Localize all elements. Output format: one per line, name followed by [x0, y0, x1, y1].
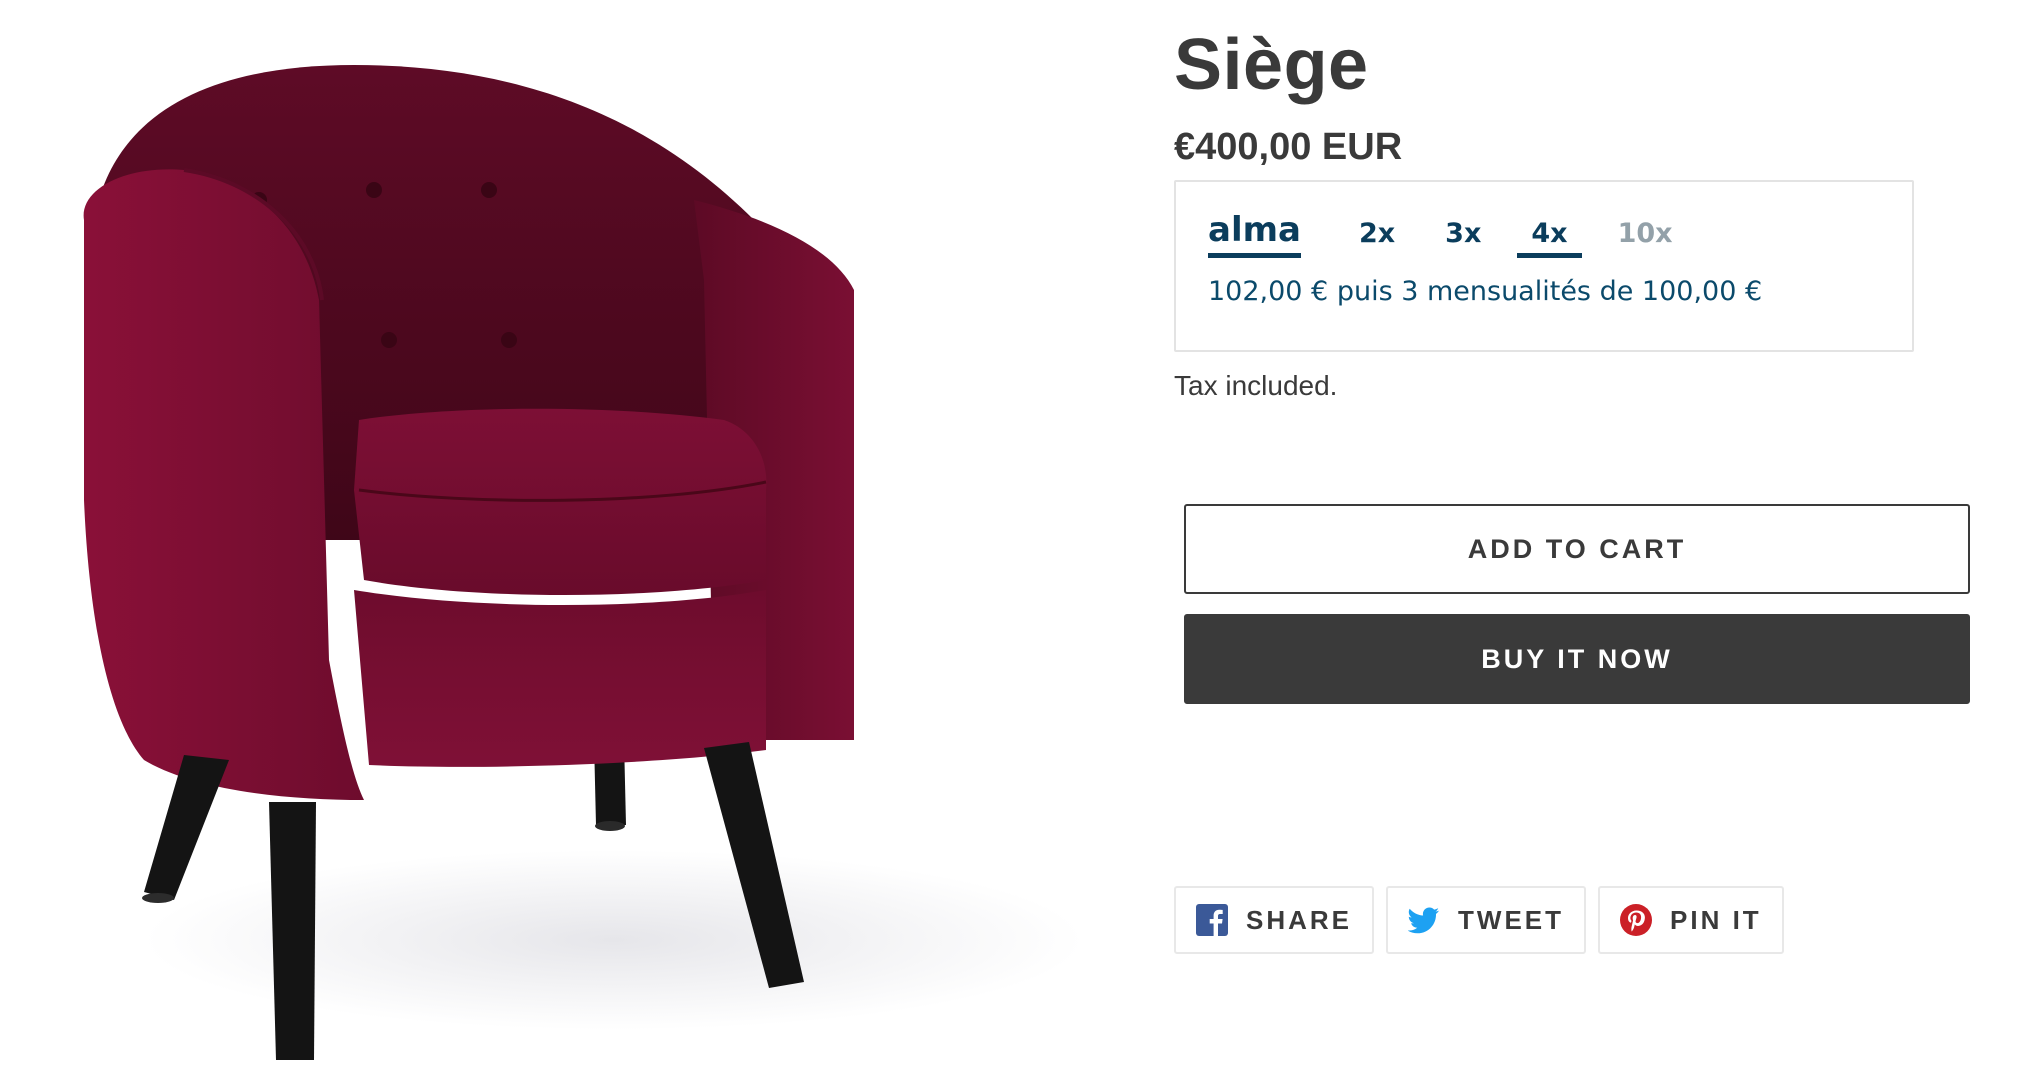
- social-share-row: SHARE TWEET PIN IT: [1174, 886, 1784, 954]
- share-facebook-label: SHARE: [1246, 904, 1353, 935]
- alma-payment-widget: alma 2x 3x 4x 10x 102,00 € puis 3 mensua…: [1174, 180, 1914, 352]
- facebook-icon: [1196, 904, 1228, 936]
- product-image[interactable]: [54, 20, 1114, 1082]
- product-page: Siège €400,00 EUR alma 2x 3x 4x 10x 102,…: [0, 0, 2030, 1082]
- add-to-cart-button[interactable]: ADD TO CART: [1184, 504, 1970, 594]
- alma-logo: alma: [1208, 213, 1301, 258]
- share-pinterest-button[interactable]: PIN IT: [1598, 886, 1784, 954]
- share-facebook-button[interactable]: SHARE: [1174, 886, 1375, 954]
- buy-it-now-button[interactable]: BUY IT NOW: [1184, 614, 1970, 704]
- product-title: Siège: [1174, 25, 1369, 105]
- alma-plan-tabs: alma 2x 3x 4x 10x: [1208, 208, 1709, 258]
- share-twitter-button[interactable]: TWEET: [1386, 886, 1587, 954]
- alma-plan-3x[interactable]: 3x: [1431, 220, 1495, 258]
- product-price: €400,00 EUR: [1174, 126, 1403, 168]
- alma-installment-description: 102,00 € puis 3 mensualités de 100,00 €: [1208, 276, 1763, 307]
- pinterest-icon: [1620, 904, 1653, 936]
- alma-plan-4x[interactable]: 4x: [1517, 220, 1582, 258]
- alma-plan-2x[interactable]: 2x: [1345, 220, 1409, 258]
- share-twitter-label: TWEET: [1458, 904, 1565, 935]
- product-info: Siège €400,00 EUR alma 2x 3x 4x 10x 102,…: [1174, 0, 1974, 1082]
- twitter-icon: [1408, 904, 1440, 936]
- share-pinterest-label: PIN IT: [1670, 904, 1762, 935]
- tax-note: Tax included.: [1174, 370, 1338, 401]
- armchair-illustration: [83, 65, 1084, 1060]
- alma-plan-10x: 10x: [1617, 218, 1673, 249]
